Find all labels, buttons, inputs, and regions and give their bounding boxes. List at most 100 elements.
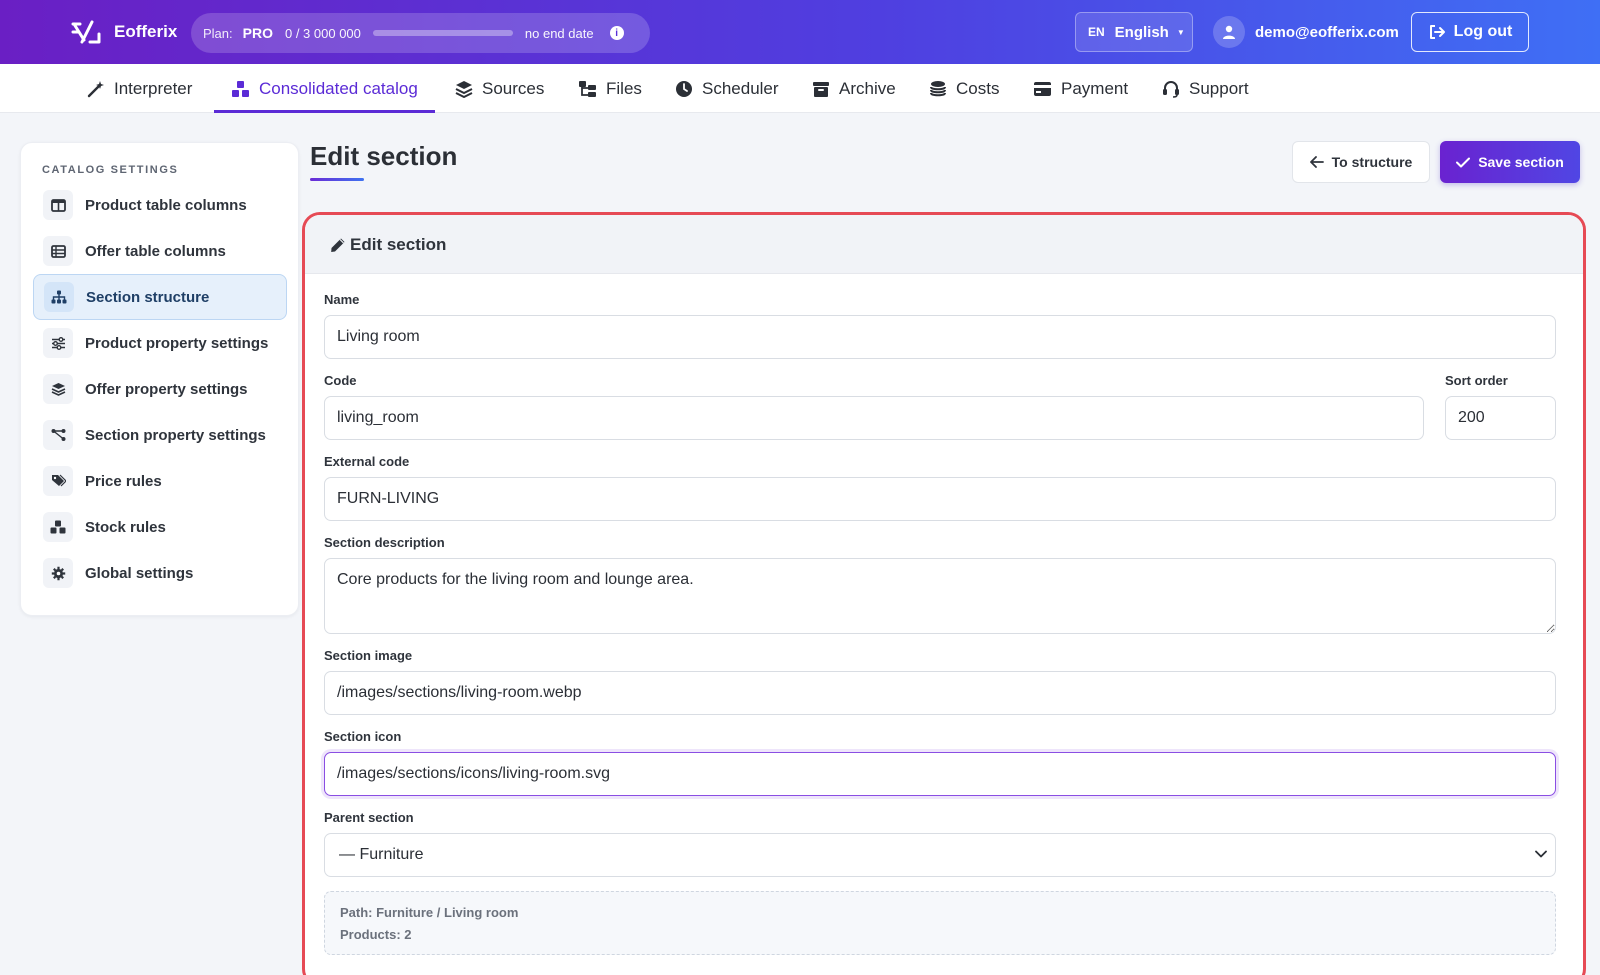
nav-item-payment[interactable]: Payment — [1033, 64, 1128, 113]
external-code-input[interactable] — [324, 477, 1556, 521]
pencil-icon — [331, 238, 345, 252]
sidebar-item-product-property-settings[interactable]: Product property settings — [33, 320, 287, 366]
nav-item-files[interactable]: Files — [578, 64, 642, 113]
sidebar-item-label: Stock rules — [85, 518, 166, 536]
sidebar-item-label: Price rules — [85, 472, 162, 490]
title-underline — [310, 178, 364, 181]
logo-icon — [71, 20, 101, 44]
sidebar-item-product-table-columns[interactable]: Product table columns — [33, 182, 287, 228]
nav-label: Consolidated catalog — [259, 78, 418, 98]
section-icon-label: Section icon — [324, 729, 402, 744]
description-label: Section description — [324, 535, 445, 550]
sidebar-title: CATALOG SETTINGS — [42, 164, 179, 176]
nav-label: Support — [1189, 78, 1249, 98]
nav-item-interpreter[interactable]: Interpreter — [87, 64, 192, 113]
arrow-left-icon — [1309, 156, 1324, 168]
clock-icon — [676, 80, 692, 97]
sidebar-item-offer-property-settings[interactable]: Offer property settings — [33, 366, 287, 412]
parent-section-select[interactable]: — Furniture — [324, 833, 1556, 877]
sidebar-item-label: Section structure — [86, 288, 210, 306]
section-path: Path: Furniture / Living room — [340, 905, 519, 920]
nav-label: Archive — [839, 78, 896, 98]
section-products-count: Products: 2 — [340, 927, 412, 942]
plan-value: PRO — [242, 25, 273, 41]
nav-label: Scheduler — [702, 78, 779, 98]
main-nav: Interpreter Consolidated catalog Sources… — [0, 64, 1600, 113]
nav-item-archive[interactable]: Archive — [812, 64, 896, 113]
edit-section-card: Edit section Name Code Sort order Extern… — [302, 212, 1586, 975]
nav-label: Interpreter — [114, 78, 193, 98]
nav-label: Costs — [956, 78, 1000, 98]
check-icon — [1456, 157, 1471, 167]
code-label: Code — [324, 373, 357, 388]
plan-usage: 0 / 3 000 000 — [284, 25, 361, 41]
save-section-button[interactable]: Save section — [1440, 141, 1580, 183]
layers-icon — [51, 383, 65, 396]
sidebar-item-label: Global settings — [85, 564, 194, 582]
boxes-icon — [232, 80, 249, 97]
nav-label: Payment — [1061, 78, 1129, 98]
nav-item-support[interactable]: Support — [1162, 64, 1249, 113]
nav-label: Sources — [482, 78, 545, 98]
gear-icon — [51, 566, 65, 580]
card-title: Edit section — [330, 235, 446, 255]
layers-icon — [455, 80, 473, 98]
to-structure-button[interactable]: To structure — [1292, 141, 1430, 183]
logout-button[interactable]: Log out — [1411, 12, 1529, 52]
brand[interactable]: Eofferix — [70, 18, 177, 46]
sidebar-item-label: Offer table columns — [85, 242, 226, 260]
credit-card-icon — [1034, 81, 1051, 96]
page-title: Edit section — [310, 141, 458, 171]
sidebar-item-label: Product table columns — [85, 196, 247, 214]
plan-usage-pill: Plan: PRO 0 / 3 000 000 no end date i — [191, 13, 650, 53]
name-input[interactable] — [324, 315, 1556, 359]
plan-end-date: no end date — [524, 25, 594, 41]
plan-label: Plan: — [203, 25, 233, 41]
sitemap-icon — [51, 290, 67, 304]
sidebar-item-label: Offer property settings — [85, 380, 248, 398]
app-name: Eofferix — [114, 22, 178, 41]
card-title-text: Edit section — [350, 235, 447, 254]
sidebar-item-offer-table-columns[interactable]: Offer table columns — [33, 228, 287, 274]
logout-icon — [1429, 25, 1445, 39]
language-name: English — [1114, 23, 1169, 41]
tags-icon — [51, 474, 66, 487]
card-header: Edit section — [305, 215, 1583, 274]
sidebar-item-label: Section property settings — [85, 426, 266, 444]
sidebar-item-section-structure[interactable]: Section structure — [33, 274, 287, 320]
parent-section-value: — Furniture — [339, 846, 424, 863]
folder-tree-icon — [579, 80, 596, 97]
section-image-label: Section image — [324, 648, 413, 663]
nav-label: Files — [606, 78, 642, 98]
description-textarea[interactable]: Core products for the living room and lo… — [324, 558, 1556, 634]
sidebar-item-price-rules[interactable]: Price rules — [33, 458, 287, 504]
share-nodes-icon — [51, 429, 65, 441]
nav-item-scheduler[interactable]: Scheduler — [675, 64, 779, 113]
info-icon[interactable]: i — [609, 26, 624, 40]
nav-item-sources[interactable]: Sources — [455, 64, 544, 113]
user-menu[interactable]: demo@eofferix.com — [1213, 16, 1399, 48]
sidebar-item-section-property-settings[interactable]: Section property settings — [33, 412, 287, 458]
archive-box-icon — [813, 81, 829, 97]
logout-label: Log out — [1453, 23, 1513, 40]
user-email: demo@eofferix.com — [1255, 23, 1399, 41]
sort-order-label: Sort order — [1445, 373, 1508, 388]
wand-icon — [87, 80, 104, 97]
table-columns-icon — [50, 198, 66, 212]
section-image-input[interactable] — [324, 671, 1556, 715]
sliders-icon — [51, 336, 65, 350]
nav-item-consolidated-catalog[interactable]: Consolidated catalog — [214, 64, 435, 113]
name-label: Name — [324, 292, 360, 307]
language-selector[interactable]: EN English ▼ — [1075, 12, 1193, 52]
sidebar-item-global-settings[interactable]: Global settings — [33, 550, 287, 596]
code-input[interactable] — [324, 396, 1424, 440]
nav-item-costs[interactable]: Costs — [929, 64, 999, 113]
section-icon-input[interactable] — [324, 752, 1556, 796]
sidebar-item-stock-rules[interactable]: Stock rules — [33, 504, 287, 550]
sidebar-item-label: Product property settings — [85, 334, 269, 352]
coins-icon — [930, 80, 946, 96]
parent-section-label: Parent section — [324, 810, 414, 825]
cubes-icon — [50, 520, 66, 534]
external-code-label: External code — [324, 454, 410, 469]
sort-order-input[interactable] — [1445, 396, 1556, 440]
